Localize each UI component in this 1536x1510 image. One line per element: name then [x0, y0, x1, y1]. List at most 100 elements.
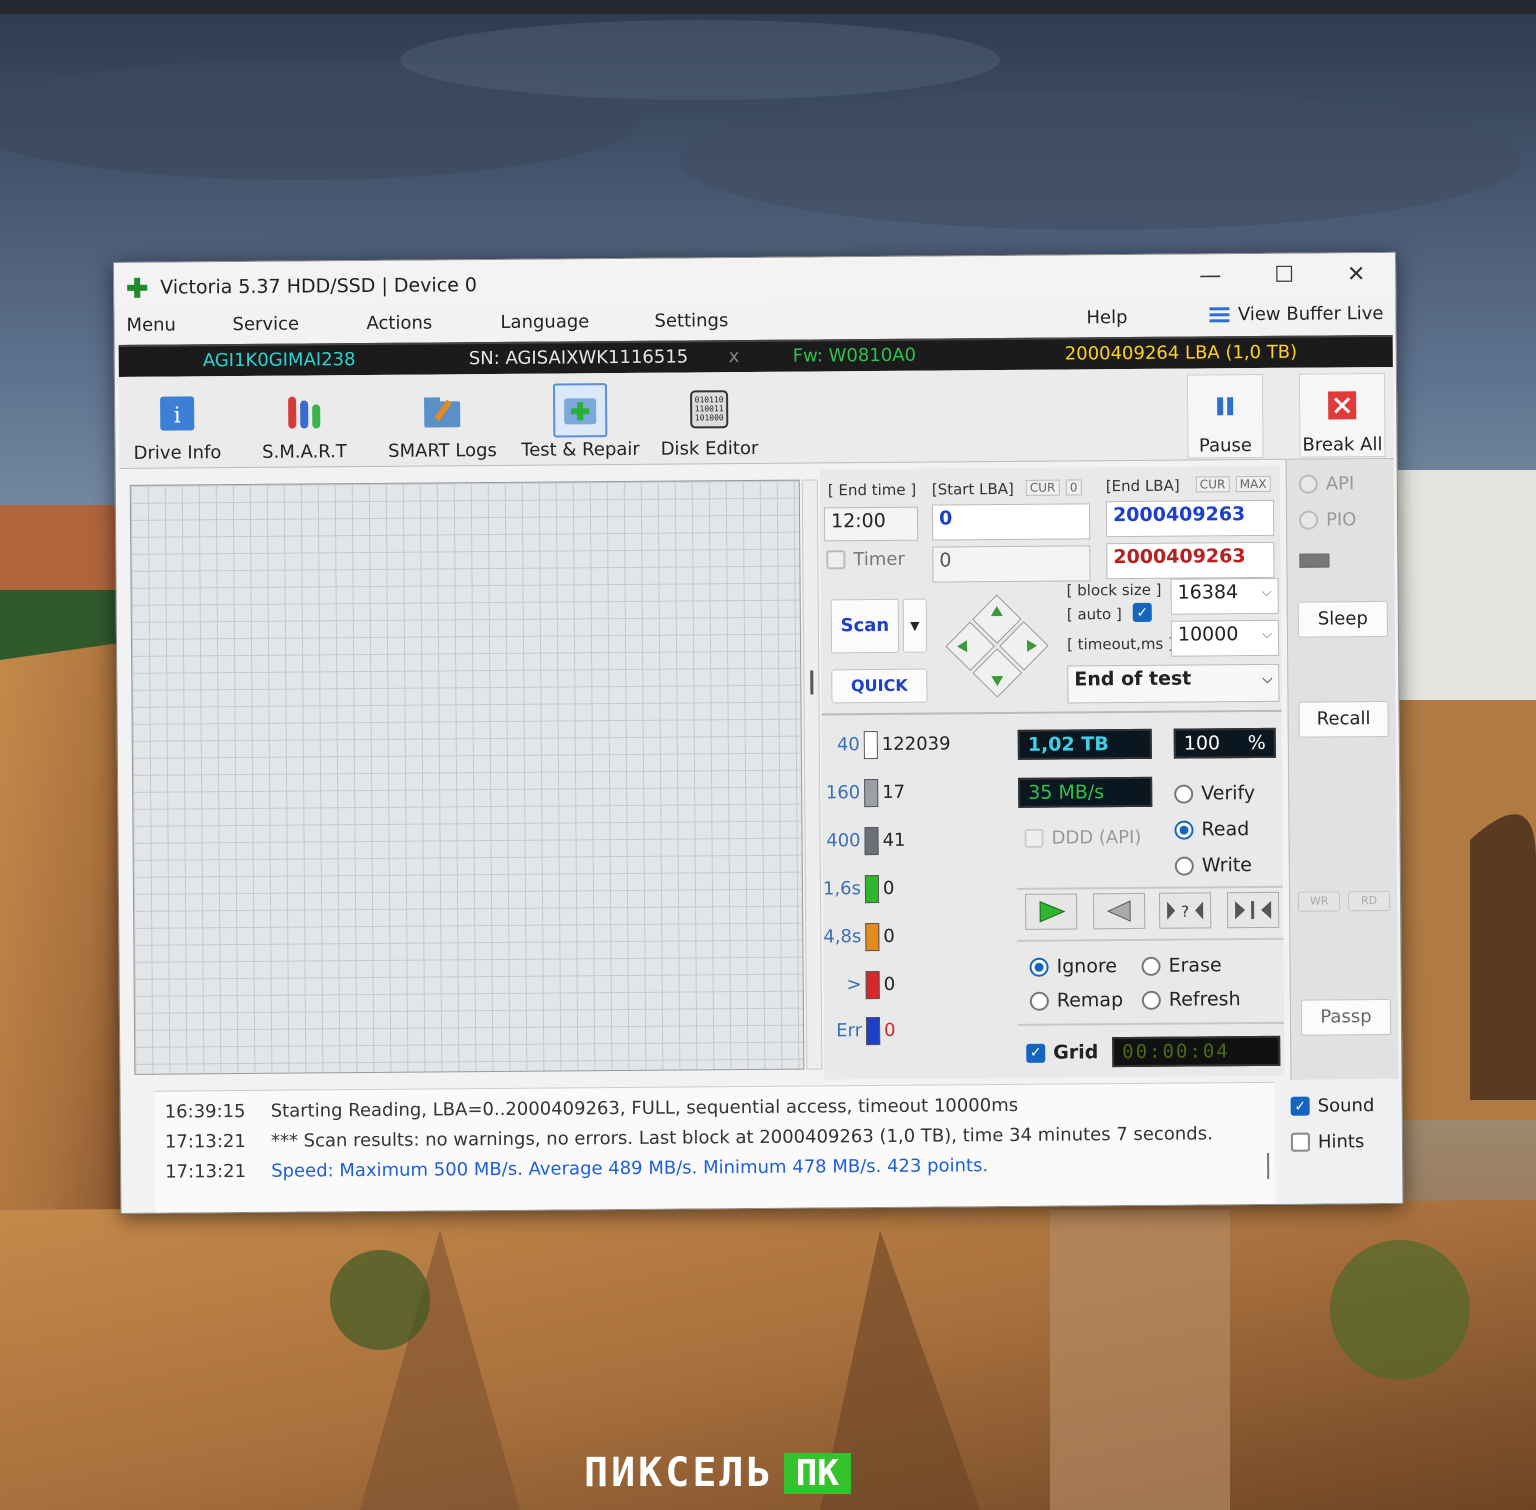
- passp-button[interactable]: Passp: [1300, 998, 1392, 1036]
- end-time-field[interactable]: 12:00: [823, 506, 919, 542]
- elapsed-timer-display: 00:00:04: [1112, 1035, 1281, 1068]
- test-repair-button[interactable]: Test & Repair: [515, 379, 646, 464]
- start-lba-cur-button[interactable]: CUR: [1025, 479, 1060, 496]
- counter-swatch: [864, 875, 880, 904]
- erase-radio[interactable]: Erase: [1141, 954, 1222, 977]
- scan-dropdown-button[interactable]: ▼: [902, 598, 928, 653]
- counter-400: 400 41: [822, 827, 906, 856]
- api-label: API: [1325, 473, 1355, 495]
- ddd-api-label: DDD (API): [1051, 826, 1142, 849]
- counter-40: 40 122039: [822, 730, 951, 760]
- timeout-select[interactable]: 10000 ⌵: [1170, 619, 1280, 657]
- svg-text:i: i: [174, 403, 181, 428]
- end-lba-cur-button[interactable]: CUR: [1195, 476, 1230, 493]
- counter-swatch: [865, 923, 880, 952]
- log-line: 17:13:21 *** Scan results: no warnings, n…: [165, 1123, 1213, 1152]
- scan-grid-area[interactable]: [129, 479, 805, 1075]
- device-close[interactable]: x: [729, 346, 740, 367]
- timeout-label: [ timeout,ms ]: [1066, 634, 1174, 654]
- quick-button[interactable]: QUICK: [831, 668, 928, 704]
- counter-err: Err 0: [824, 1016, 896, 1046]
- scan-button[interactable]: Scan: [830, 598, 900, 654]
- block-size-label: [ block size ]: [1066, 580, 1162, 600]
- counter-swatch: [864, 779, 879, 808]
- stop-x-icon: [1328, 391, 1357, 420]
- skip-unknown-button[interactable]: ?: [1158, 892, 1212, 929]
- folder-pen-icon: [424, 397, 461, 428]
- rewind-button[interactable]: [1092, 892, 1146, 930]
- ddd-api-checkbox[interactable]: DDD (API): [1024, 827, 1141, 849]
- menu-item-menu[interactable]: Menu: [126, 315, 176, 336]
- block-size-select[interactable]: 16384 ⌵: [1170, 577, 1279, 615]
- minimize-button[interactable]: —: [1179, 256, 1241, 296]
- pause-label: Pause: [1198, 435, 1253, 457]
- recall-button[interactable]: Recall: [1298, 700, 1389, 738]
- api-radio[interactable]: API: [1298, 473, 1355, 495]
- log-message: *** Scan results: no warnings, no errors…: [270, 1123, 1213, 1152]
- log-scroll-thumb[interactable]: [1267, 1152, 1270, 1179]
- victoria-window: Victoria 5.37 HDD/SSD | Device 0 — ☐ ✕ M…: [113, 251, 1404, 1214]
- sound-label: Sound: [1317, 1095, 1375, 1117]
- sound-checkbox[interactable]: ✓ Sound: [1290, 1095, 1375, 1117]
- end-lba-field[interactable]: 2000409263: [1105, 499, 1275, 538]
- event-log[interactable]: 16:39:15 Starting Reading, LBA=0..2000409…: [154, 1081, 1276, 1213]
- vertical-scrollbar[interactable]: [801, 479, 823, 1070]
- device-serial: SN: AGISAIXWK1116515: [468, 346, 689, 370]
- device-model[interactable]: AGI1K0GIMAI238: [203, 349, 356, 371]
- read-radio[interactable]: Read: [1174, 818, 1249, 841]
- timer-checkbox[interactable]: Timer: [826, 549, 905, 571]
- menu-item-actions[interactable]: Actions: [366, 312, 432, 334]
- options-panel: ✓ Sound Hints: [1278, 1080, 1400, 1204]
- pause-button[interactable]: Pause: [1186, 373, 1264, 459]
- verify-label: Verify: [1201, 782, 1256, 805]
- start-lba-zero-button[interactable]: 0: [1065, 479, 1082, 496]
- percent-value: 100: [1183, 732, 1221, 755]
- pause-icon: [1217, 397, 1234, 416]
- drive-info-button[interactable]: i Drive Info: [127, 382, 228, 467]
- log-time: 16:39:15: [164, 1100, 246, 1123]
- pio-radio[interactable]: PIO: [1298, 509, 1356, 530]
- counter-key: 4,8s: [823, 926, 862, 948]
- rewind-icon: [1106, 900, 1131, 922]
- grid-label: Grid: [1053, 1041, 1099, 1064]
- disk-editor-button[interactable]: 010110 110011 101000 Disk Editor: [659, 378, 760, 463]
- view-buffer-live-button[interactable]: View Buffer Live: [1209, 303, 1384, 325]
- menu-item-language[interactable]: Language: [500, 311, 589, 333]
- break-all-button[interactable]: Break All: [1298, 373, 1386, 458]
- rd-button[interactable]: RD: [1347, 890, 1391, 912]
- write-radio[interactable]: Write: [1174, 854, 1252, 877]
- auto-label: [ auto ]: [1066, 605, 1122, 624]
- counter-160: 160 17: [822, 779, 905, 808]
- smart-logs-button[interactable]: SMART Logs: [377, 380, 508, 465]
- hints-checkbox[interactable]: Hints: [1290, 1131, 1364, 1153]
- wr-button[interactable]: WR: [1297, 891, 1341, 912]
- sleep-button[interactable]: Sleep: [1297, 600, 1388, 638]
- verify-radio[interactable]: Verify: [1174, 782, 1255, 805]
- auto-checkbox[interactable]: ✓: [1132, 602, 1152, 623]
- grid-checkbox[interactable]: ✓ Grid: [1026, 1041, 1098, 1064]
- ignore-radio[interactable]: Ignore: [1029, 955, 1117, 978]
- menu-item-settings[interactable]: Settings: [654, 310, 728, 332]
- start-lba-label: [Start LBA]: [931, 479, 1014, 499]
- menu-item-help[interactable]: Help: [1086, 307, 1127, 328]
- end-of-test-select[interactable]: End of test ⌵: [1067, 663, 1280, 704]
- start-lba-field[interactable]: 0: [931, 503, 1091, 541]
- end-lba-max-button[interactable]: MAX: [1235, 475, 1271, 493]
- counter-swatch: [864, 827, 879, 856]
- test-repair-label: Test & Repair: [521, 438, 640, 461]
- menu-item-service[interactable]: Service: [232, 314, 299, 336]
- refresh-radio[interactable]: Refresh: [1141, 988, 1241, 1011]
- device-capacity: 2000409264 LBA (1,0 TB): [1064, 341, 1298, 365]
- counter-key: 160: [825, 782, 861, 804]
- log-time: 17:13:21: [165, 1160, 247, 1183]
- maximize-button[interactable]: ☐: [1253, 256, 1315, 296]
- smart-button[interactable]: S.M.A.R.T: [249, 381, 360, 466]
- counter-value: 41: [882, 829, 906, 851]
- remap-radio[interactable]: Remap: [1029, 989, 1123, 1012]
- close-button[interactable]: ✕: [1325, 255, 1387, 295]
- direction-pad-icon[interactable]: [943, 592, 1052, 701]
- end-jump-button[interactable]: [1226, 891, 1280, 929]
- play-button[interactable]: [1024, 893, 1078, 930]
- info-icon: i: [160, 396, 195, 431]
- app-cross-icon: [127, 277, 148, 298]
